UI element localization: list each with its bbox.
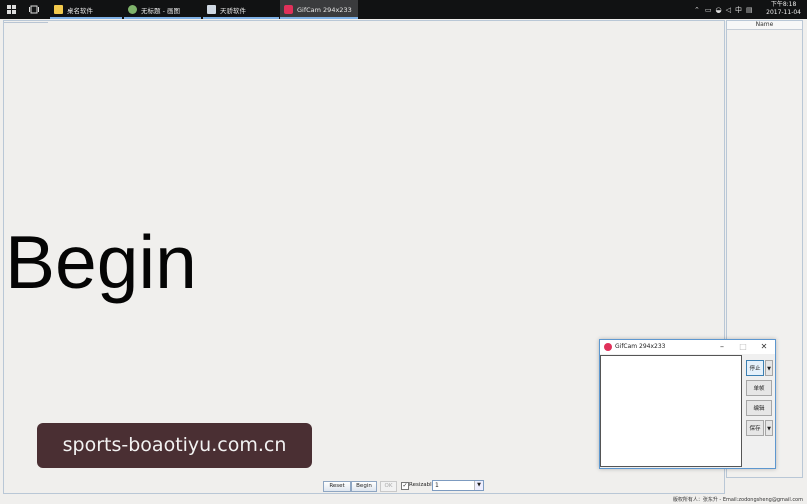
gifcam-icon <box>284 5 293 14</box>
stop-button[interactable]: 停止 <box>746 360 764 376</box>
taskbar-item-gifcam[interactable]: GifCam 294x233 <box>280 0 358 19</box>
folder-icon <box>54 5 63 14</box>
maximize-icon[interactable]: □ <box>736 340 750 354</box>
save-button[interactable]: 保存 <box>746 420 764 436</box>
taskbar-item-label: GifCam 294x233 <box>297 5 352 14</box>
windows-start-icon[interactable] <box>4 0 18 19</box>
watermark-banner: sports-boaotiyu.com.cn <box>37 423 312 468</box>
reset-button[interactable]: Reset <box>323 481 351 492</box>
taskbar: 桌名软件 无标题 - 画图 天骄软件 GifCam 294x233 ⌃ ▭ ◒ … <box>0 0 807 19</box>
resizable-checkbox[interactable]: ✓ <box>401 482 409 490</box>
single-frame-button[interactable]: 单帧 <box>746 380 772 396</box>
volume-icon[interactable]: ◁ <box>726 6 731 14</box>
save-dropdown-arrow[interactable]: ▼ <box>765 420 773 436</box>
notification-icon[interactable]: ▤ <box>746 6 753 14</box>
clock-time: 下午8:18 <box>770 1 797 8</box>
network-icon[interactable]: ▭ <box>705 6 712 14</box>
system-tray: ⌃ ▭ ◒ ◁ 中 ▤ <box>694 0 753 19</box>
credit-text: 版权所有人：张东升 - Email:zodongsheng@gmail.com <box>672 497 803 503</box>
app-icon <box>207 5 216 14</box>
edit-button[interactable]: 编辑 <box>746 400 772 416</box>
frame-select-value: 1 <box>435 482 439 489</box>
paint-icon <box>128 5 137 14</box>
gifcam-logo-icon <box>604 343 612 351</box>
chevron-up-icon[interactable]: ⌃ <box>694 6 700 14</box>
taskbar-item-label: 无标题 - 画图 <box>141 6 180 15</box>
taskbar-item-folder[interactable]: 桌名软件 <box>50 0 122 19</box>
gifcam-capture-frame[interactable] <box>600 355 742 467</box>
begin-button[interactable]: Begin <box>351 481 377 492</box>
taskbar-item-label: 天骄软件 <box>220 6 246 15</box>
ime-icon[interactable]: 中 <box>735 5 742 15</box>
gifcam-window: GifCam 294x233 – □ ✕ 停止 ▼ 单帧 编辑 保存 ▼ <box>599 339 776 469</box>
taskbar-item-app[interactable]: 天骄软件 <box>203 0 279 19</box>
name-column-header[interactable]: Name <box>727 21 802 30</box>
taskbar-item-label: 桌名软件 <box>67 6 93 15</box>
close-icon[interactable]: ✕ <box>757 340 771 354</box>
task-view-icon[interactable] <box>27 0 41 19</box>
ok-button[interactable]: OK <box>380 481 397 492</box>
gifcam-titlebar[interactable]: GifCam 294x233 – □ ✕ <box>600 340 775 354</box>
frame-select[interactable]: 1 ▼ <box>432 480 484 491</box>
wifi-icon[interactable]: ◒ <box>716 6 722 14</box>
begin-display-text: Begin <box>5 220 197 304</box>
clock-date: 2017-11-04 <box>766 9 801 16</box>
chevron-down-icon[interactable]: ▼ <box>474 481 483 490</box>
stop-dropdown-arrow[interactable]: ▼ <box>765 360 773 376</box>
taskbar-clock[interactable]: 下午8:18 2017-11-04 <box>766 1 801 17</box>
gifcam-title: GifCam 294x233 <box>615 343 666 350</box>
taskbar-item-paint[interactable]: 无标题 - 画图 <box>124 0 201 19</box>
minimize-icon[interactable]: – <box>715 340 729 354</box>
